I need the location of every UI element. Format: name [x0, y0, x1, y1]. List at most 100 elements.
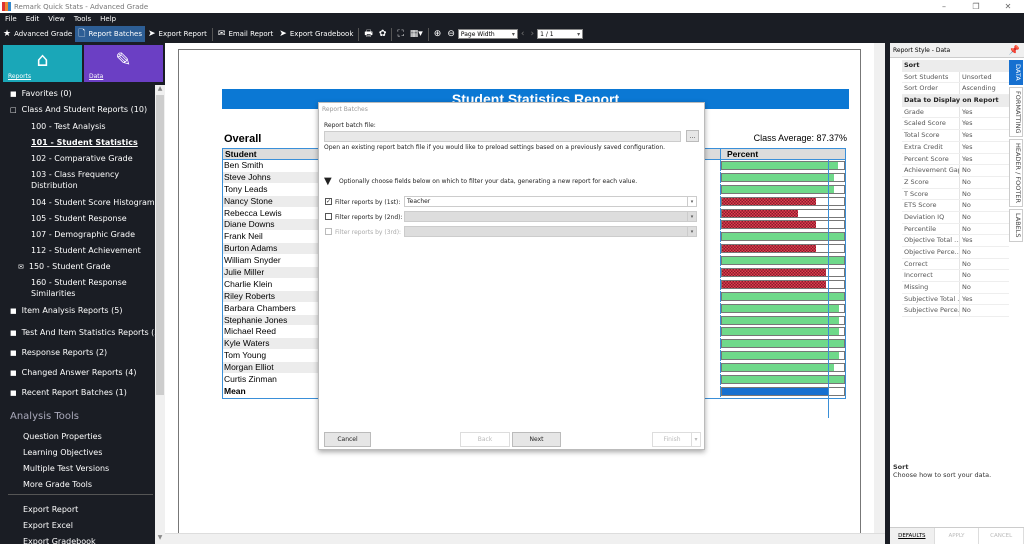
back-button[interactable]: Back: [460, 432, 510, 447]
scroll-down-icon[interactable]: ▼: [155, 534, 165, 544]
property-row[interactable]: Total Score Yes: [902, 130, 1009, 142]
property-row[interactable]: Incorrect No: [902, 270, 1009, 283]
viewer-hscroll[interactable]: [165, 533, 885, 544]
property-value[interactable]: No: [960, 177, 971, 188]
tree-report[interactable]: 105 - Student Response: [31, 213, 127, 224]
property-value[interactable]: No: [960, 247, 971, 258]
property-value[interactable]: Ascending: [960, 83, 996, 94]
tree-folder[interactable]: ■ Recent Report Batches (1): [10, 387, 127, 399]
tab-header-footer[interactable]: HEADER / FOOTER: [1009, 139, 1023, 208]
apply-button[interactable]: APPLY: [934, 528, 980, 544]
property-row[interactable]: Achievement Gap No: [902, 165, 1009, 177]
property-value[interactable]: Yes: [960, 142, 973, 153]
property-value[interactable]: No: [960, 282, 971, 293]
report-batches-button[interactable]: 🗋 Report Batches: [75, 26, 145, 42]
tab-data[interactable]: DATA: [1009, 60, 1023, 85]
menu-view[interactable]: View: [48, 15, 65, 23]
next-page-button[interactable]: ›: [527, 26, 537, 42]
analysis-tool-link[interactable]: Multiple Test Versions: [23, 463, 109, 474]
tree-folder[interactable]: □ Class And Student Reports (10): [10, 104, 147, 116]
viewer-vscroll[interactable]: [874, 43, 885, 533]
print-button[interactable]: 🖶: [361, 26, 376, 42]
property-value[interactable]: No: [960, 200, 971, 211]
sidebar-scrollbar[interactable]: ▲ ▼: [155, 85, 165, 544]
property-row[interactable]: Sort Order Ascending: [902, 83, 1009, 96]
property-value[interactable]: Yes: [960, 118, 973, 129]
property-row[interactable]: Percent Score Yes: [902, 153, 1009, 166]
analysis-tool-link[interactable]: Learning Objectives: [23, 447, 102, 458]
filter-3rd-select[interactable]: ▾: [404, 226, 697, 237]
property-value[interactable]: No: [960, 224, 971, 235]
menu-edit[interactable]: Edit: [26, 15, 40, 23]
layout-button[interactable]: ▦▾: [407, 26, 426, 42]
filter-1st-checkbox[interactable]: ✓: [325, 198, 332, 205]
property-value[interactable]: Yes: [960, 294, 973, 305]
export-report-button[interactable]: ➤ Export Report: [145, 26, 210, 42]
finish-dropdown-button[interactable]: ▾: [691, 432, 701, 447]
advanced-grade-button[interactable]: ★ Advanced Grade: [0, 26, 75, 42]
filter-2nd-checkbox[interactable]: [325, 213, 332, 220]
export-gradebook-button[interactable]: ➤ Export Gradebook: [276, 26, 356, 42]
prev-page-button[interactable]: ‹: [518, 26, 528, 42]
property-value[interactable]: No: [960, 259, 971, 270]
batch-file-input[interactable]: [324, 131, 681, 142]
property-row[interactable]: Scaled Score Yes: [902, 118, 1009, 131]
next-button[interactable]: Next: [512, 432, 561, 447]
filter-1st-select[interactable]: Teacher ▾: [404, 196, 697, 207]
property-value[interactable]: Yes: [960, 154, 973, 165]
restore-button[interactable]: ❐: [960, 2, 992, 11]
property-category[interactable]: Sort: [902, 60, 1009, 72]
property-row[interactable]: Grade Yes: [902, 106, 1009, 119]
tree-folder[interactable]: ■ Changed Answer Reports (4): [10, 367, 136, 379]
minimize-button[interactable]: –: [928, 2, 960, 11]
property-row[interactable]: Extra Credit Yes: [902, 141, 1009, 154]
data-tile[interactable]: ✎ Data: [84, 45, 163, 82]
menu-tools[interactable]: Tools: [74, 15, 91, 23]
fullscreen-button[interactable]: ⛶: [394, 26, 406, 42]
property-row[interactable]: Objective Total ... Yes: [902, 235, 1009, 247]
tree-report[interactable]: 101 - Student Statistics: [31, 137, 138, 148]
property-value[interactable]: No: [960, 212, 971, 223]
menu-file[interactable]: File: [5, 15, 17, 23]
tree-report[interactable]: 103 - Class Frequency: [31, 169, 119, 180]
zoom-out-button[interactable]: ⊖: [444, 26, 458, 42]
property-value[interactable]: Yes: [960, 107, 973, 118]
property-row[interactable]: ETS Score No: [902, 200, 1009, 212]
property-row[interactable]: Objective Perce... No: [902, 247, 1009, 259]
defaults-button[interactable]: DEFAULTS: [890, 528, 935, 544]
property-row[interactable]: Missing No: [902, 282, 1009, 294]
close-button[interactable]: ✕: [992, 2, 1024, 11]
tree-report[interactable]: 104 - Student Score Histogram: [31, 197, 155, 208]
menu-help[interactable]: Help: [100, 15, 116, 23]
reports-tile[interactable]: ⌂ Reports: [3, 45, 82, 82]
cancel-button[interactable]: Cancel: [324, 432, 371, 447]
scroll-thumb[interactable]: [156, 95, 164, 395]
property-value[interactable]: Unsorted: [960, 72, 992, 83]
tree-report[interactable]: 100 - Test Analysis: [31, 121, 106, 132]
tree-folder[interactable]: ■ Response Reports (2): [10, 347, 107, 359]
page-select[interactable]: 1 / 1 ▾: [537, 29, 584, 39]
zoom-select[interactable]: Page Width ▾: [457, 29, 518, 39]
pin-icon[interactable]: 📌: [1009, 44, 1020, 59]
tree-report[interactable]: 102 - Comparative Grade: [31, 153, 133, 164]
export-link[interactable]: Export Gradebook: [23, 536, 96, 544]
panel-cancel-button[interactable]: CANCEL: [979, 528, 1024, 544]
tree-report[interactable]: 160 - Student Response: [31, 277, 127, 288]
property-row[interactable]: Sort Students Unsorted: [902, 71, 1009, 84]
property-row[interactable]: Correct No: [902, 258, 1009, 271]
tree-report-continued[interactable]: Similarities: [31, 288, 75, 299]
zoom-in-button[interactable]: ⊕: [431, 26, 445, 42]
tree-report[interactable]: ✉ 150 - Student Grade: [18, 261, 111, 273]
analysis-tool-link[interactable]: Question Properties: [23, 431, 102, 442]
property-row[interactable]: Z Score No: [902, 176, 1009, 189]
email-report-button[interactable]: ✉ Email Report: [215, 26, 276, 42]
property-value[interactable]: Yes: [960, 235, 973, 246]
property-row[interactable]: Percentile No: [902, 223, 1009, 236]
property-row[interactable]: T Score No: [902, 188, 1009, 201]
tree-folder[interactable]: ■ Item Analysis Reports (5): [10, 305, 122, 317]
tree-report[interactable]: 112 - Student Achievement: [31, 245, 141, 256]
tree-report[interactable]: 107 - Demographic Grade: [31, 229, 135, 240]
tree-report-continued[interactable]: Distribution: [31, 180, 78, 191]
property-row[interactable]: Deviation IQ No: [902, 211, 1009, 224]
property-row[interactable]: Subjective Total ... Yes: [902, 293, 1009, 306]
